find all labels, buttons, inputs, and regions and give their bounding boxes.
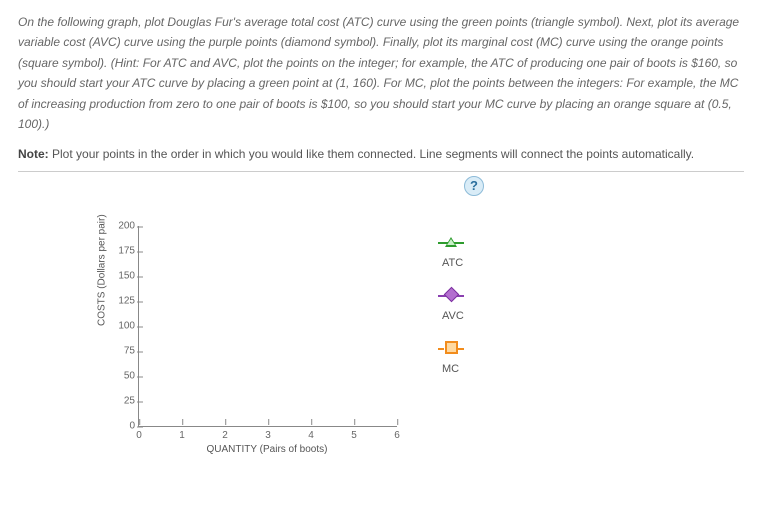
triangle-icon [438, 237, 464, 247]
plot-area[interactable]: 0 25 50 75 100 125 150 175 200 0 1 2 3 4… [138, 226, 397, 427]
ytick: 100 [107, 318, 135, 335]
square-icon [438, 341, 464, 354]
note-line: Note: Plot your points in the order in w… [18, 144, 744, 164]
ytick: 150 [107, 268, 135, 285]
ytick: 0 [107, 418, 135, 435]
legend: ATC AVC MC [438, 226, 464, 456]
legend-label-atc: ATC [442, 254, 464, 287]
ytick: 75 [107, 343, 135, 360]
help-icon[interactable]: ? [464, 176, 484, 196]
cost-chart[interactable]: COSTS (Dollars per pair) 0 25 50 75 100 … [98, 226, 408, 456]
instructions-paragraph: On the following graph, plot Douglas Fur… [18, 12, 744, 134]
ytick: 175 [107, 243, 135, 260]
note-label: Note: [18, 147, 49, 161]
ytick: 125 [107, 293, 135, 310]
legend-item-avc[interactable] [438, 287, 464, 303]
note-text: Plot your points in the order in which y… [49, 147, 694, 161]
diamond-icon [438, 289, 464, 300]
ytick: 50 [107, 368, 135, 385]
legend-label-avc: AVC [442, 307, 464, 340]
ytick: 200 [107, 218, 135, 235]
ytick: 25 [107, 393, 135, 410]
x-axis-label: QUANTITY (Pairs of boots) [138, 441, 396, 458]
legend-label-mc: MC [442, 360, 464, 393]
legend-item-mc[interactable] [438, 340, 464, 356]
legend-item-atc[interactable] [438, 234, 464, 250]
